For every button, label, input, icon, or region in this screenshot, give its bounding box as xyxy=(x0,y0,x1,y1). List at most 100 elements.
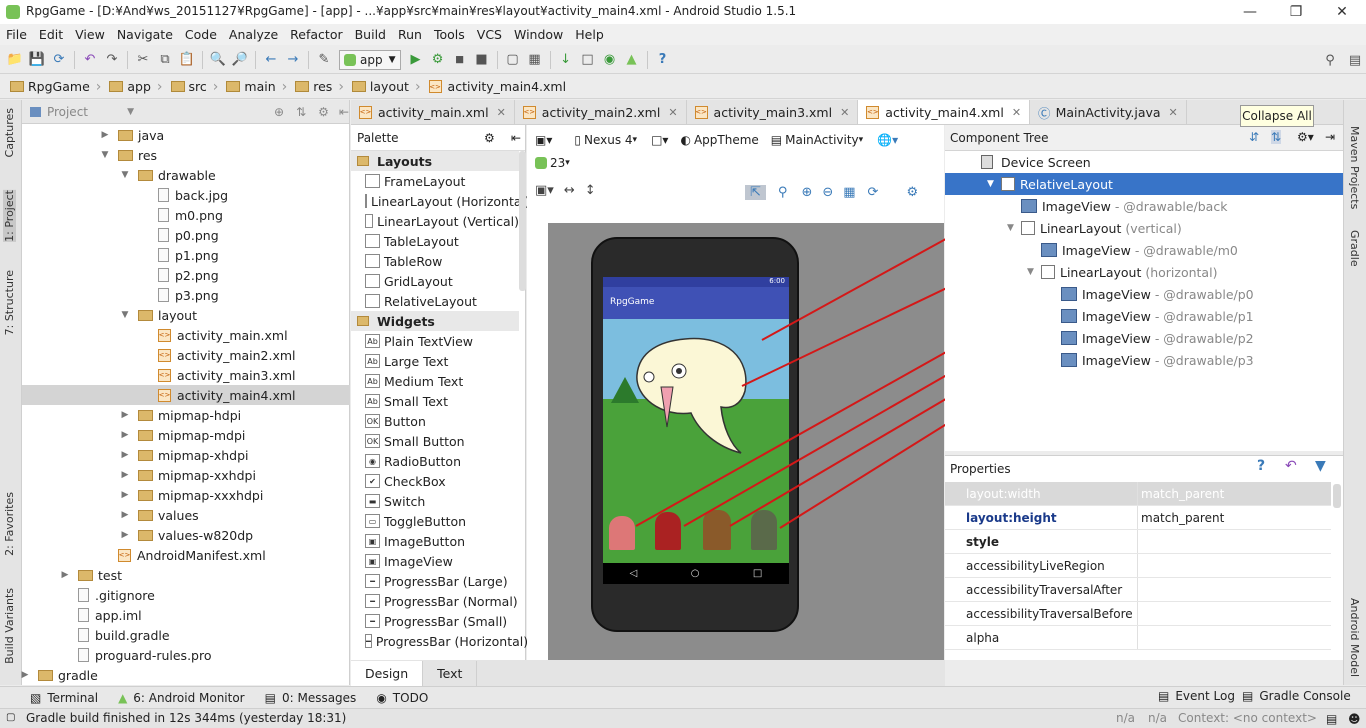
menu-view[interactable]: View xyxy=(69,24,111,45)
restore-default-icon[interactable]: ↶ xyxy=(1285,458,1297,474)
phone-icon[interactable]: ▯ xyxy=(574,133,581,147)
breadcrumb-item[interactable]: main › xyxy=(222,79,291,95)
palette-item-gridlayout[interactable]: GridLayout xyxy=(351,271,519,291)
palette-item-switch[interactable]: ▬ Switch xyxy=(351,491,519,511)
component-linearlayout[interactable]: ▼ LinearLayout (horizontal) xyxy=(1027,261,1217,283)
property-row[interactable]: layout:width match_parent xyxy=(945,482,1331,506)
palette-item-relativelayout[interactable]: RelativeLayout xyxy=(351,291,519,311)
properties-scrollbar[interactable] xyxy=(1333,484,1341,508)
render-options-icon[interactable]: ▣▾ xyxy=(535,133,552,147)
palette-item-togglebutton[interactable]: ▭ ToggleButton xyxy=(351,511,519,531)
tree-item-proguard-rules-pro[interactable]: proguard-rules.pro xyxy=(60,645,212,665)
chevron-down-icon[interactable]: ▼ xyxy=(100,150,110,160)
attach-icon[interactable]: ◾ xyxy=(449,49,471,71)
tree-item-activity-main2-xml[interactable]: <> activity_main2.xml xyxy=(140,345,296,365)
property-value[interactable]: match_parent xyxy=(1138,506,1224,529)
monitor-icon[interactable]: ◉ xyxy=(599,49,621,71)
tab-mainactivity-java[interactable]: Ⓒ MainActivity.java ✕ xyxy=(1030,100,1187,124)
menu-vcs[interactable]: VCS xyxy=(471,24,508,45)
property-row[interactable]: style xyxy=(945,530,1331,554)
close-tab-icon[interactable]: ✕ xyxy=(1169,106,1178,119)
component-linearlayout[interactable]: ▼ LinearLayout (vertical) xyxy=(1007,217,1182,239)
close-tab-icon[interactable]: ✕ xyxy=(1012,106,1021,119)
gradle-tab[interactable]: Gradle xyxy=(1348,230,1361,267)
tree-item-test[interactable]: ▶ test xyxy=(60,565,122,585)
filter-icon[interactable]: ▼ xyxy=(1315,458,1326,474)
palette-item-linearlayout-vertical-[interactable]: LinearLayout (Vertical) xyxy=(351,211,519,231)
terminal-tab[interactable]: ▧ Terminal xyxy=(20,691,108,705)
palette-item-linearlayout-horizontal-[interactable]: LinearLayout (Horizontal) xyxy=(351,191,530,211)
collapse-icon[interactable]: ⇅ xyxy=(296,105,306,119)
status-toggle-icon[interactable]: ▢ xyxy=(6,712,15,723)
tab-text[interactable]: Text xyxy=(423,660,478,686)
palette-item-small-button[interactable]: OK Small Button xyxy=(351,431,519,451)
find-icon[interactable]: 🔍 xyxy=(207,49,229,71)
select-mode-icon[interactable]: ⇱ xyxy=(745,184,766,200)
property-value[interactable] xyxy=(1138,530,1141,553)
tree-item-mipmap-xxhdpi[interactable]: ▶ mipmap-xxhdpi xyxy=(120,465,256,485)
undo-icon[interactable]: ↶ xyxy=(79,49,101,71)
tree-item-drawable[interactable]: ▼ drawable xyxy=(120,165,216,185)
property-value[interactable] xyxy=(1138,602,1141,625)
breadcrumb-item[interactable]: <> activity_main4.xml xyxy=(425,79,571,94)
properties-help-icon[interactable]: ? xyxy=(1257,458,1265,474)
copy-icon[interactable]: ⧉ xyxy=(154,49,176,71)
tree-item-res[interactable]: ▼ res xyxy=(100,145,158,165)
api-level-select[interactable]: 23 ▾ xyxy=(535,153,570,173)
palette-settings-icon[interactable]: ⚙ xyxy=(484,131,495,145)
run-config-select[interactable]: app ▼ xyxy=(339,49,401,70)
component-relativelayout[interactable]: ▼ RelativeLayout xyxy=(945,173,1343,195)
breadcrumb-item[interactable]: layout › xyxy=(348,79,425,95)
property-row[interactable]: accessibilityTraversalBefore xyxy=(945,602,1331,626)
menu-code[interactable]: Code xyxy=(179,24,223,45)
captures-tab[interactable]: Captures xyxy=(3,108,16,157)
tree-item--gitignore[interactable]: .gitignore xyxy=(60,585,155,605)
structure-tab[interactable]: 7: Structure xyxy=(3,270,16,335)
tree-settings-icon[interactable]: ⚙▾ xyxy=(1297,130,1314,144)
tree-item-values[interactable]: ▶ values xyxy=(120,505,199,525)
project-tab[interactable]: 1: Project xyxy=(3,190,16,242)
breadcrumb-item[interactable]: app › xyxy=(105,79,166,95)
palette-item-button[interactable]: OK Button xyxy=(351,411,519,431)
tab-activity-main-xml[interactable]: <> activity_main.xml ✕ xyxy=(351,100,515,124)
chevron-right-icon[interactable]: ▶ xyxy=(100,130,110,140)
palette-item-small-text[interactable]: Ab Small Text xyxy=(351,391,519,411)
expand-horizontal-icon[interactable]: ↔ xyxy=(564,183,575,198)
tab-design[interactable]: Design xyxy=(351,660,424,686)
run-icon[interactable]: ▶ xyxy=(405,49,427,71)
tree-item-gradle[interactable]: ▶ gradle xyxy=(20,665,98,685)
tree-item-p0-png[interactable]: p0.png xyxy=(140,225,219,245)
chevron-right-icon[interactable]: ▶ xyxy=(120,470,130,480)
chevron-down-icon[interactable]: ▼ xyxy=(1007,223,1021,233)
chevron-right-icon[interactable]: ▶ xyxy=(60,570,70,580)
sdk-icon[interactable]: ↓ xyxy=(555,49,577,71)
maven-projects-tab[interactable]: Maven Projects xyxy=(1348,126,1361,209)
redo-icon[interactable]: ↷ xyxy=(101,49,123,71)
hide-icon[interactable]: ⇤ xyxy=(339,105,349,119)
menu-help[interactable]: Help xyxy=(569,24,610,45)
close-tab-icon[interactable]: ✕ xyxy=(840,106,849,119)
component-imageview[interactable]: ImageView - @drawable/m0 xyxy=(1027,239,1238,261)
zoom-out-icon[interactable]: ⊖ xyxy=(822,185,833,200)
design-canvas[interactable]: 6:00 RpgGame ◁ ○ □ xyxy=(548,223,944,660)
tree-item-activity-main-xml[interactable]: <> activity_main.xml xyxy=(140,325,288,345)
tree-item-values-w820dp[interactable]: ▶ values-w820dp xyxy=(120,525,254,545)
close-tab-icon[interactable]: ✕ xyxy=(497,106,506,119)
close-button[interactable]: ✕ xyxy=(1319,0,1365,24)
cut-icon[interactable]: ✂ xyxy=(132,49,154,71)
collapse-all-icon[interactable]: ⇅ xyxy=(1271,130,1282,144)
menu-tools[interactable]: Tools xyxy=(428,24,471,45)
back-nav-icon[interactable]: ◁ xyxy=(630,568,638,579)
search-everywhere-icon[interactable]: ⚲ xyxy=(1319,49,1341,71)
zoom-fit-icon[interactable]: ▣▾ xyxy=(535,183,554,198)
device-select[interactable]: Nexus 4 xyxy=(584,133,633,147)
home-nav-icon[interactable]: ○ xyxy=(691,568,700,579)
tree-item-mipmap-xhdpi[interactable]: ▶ mipmap-xhdpi xyxy=(120,445,249,465)
tree-item-activity-main4-xml[interactable]: <> activity_main4.xml xyxy=(22,385,350,405)
menu-window[interactable]: Window xyxy=(508,24,569,45)
palette-item-radiobutton[interactable]: ◉ RadioButton xyxy=(351,451,519,471)
chevron-right-icon[interactable]: ▶ xyxy=(120,490,130,500)
property-value[interactable] xyxy=(1138,578,1141,601)
lock-icon[interactable]: ▤ xyxy=(1326,712,1337,726)
save-icon[interactable]: 💾 xyxy=(26,49,48,71)
